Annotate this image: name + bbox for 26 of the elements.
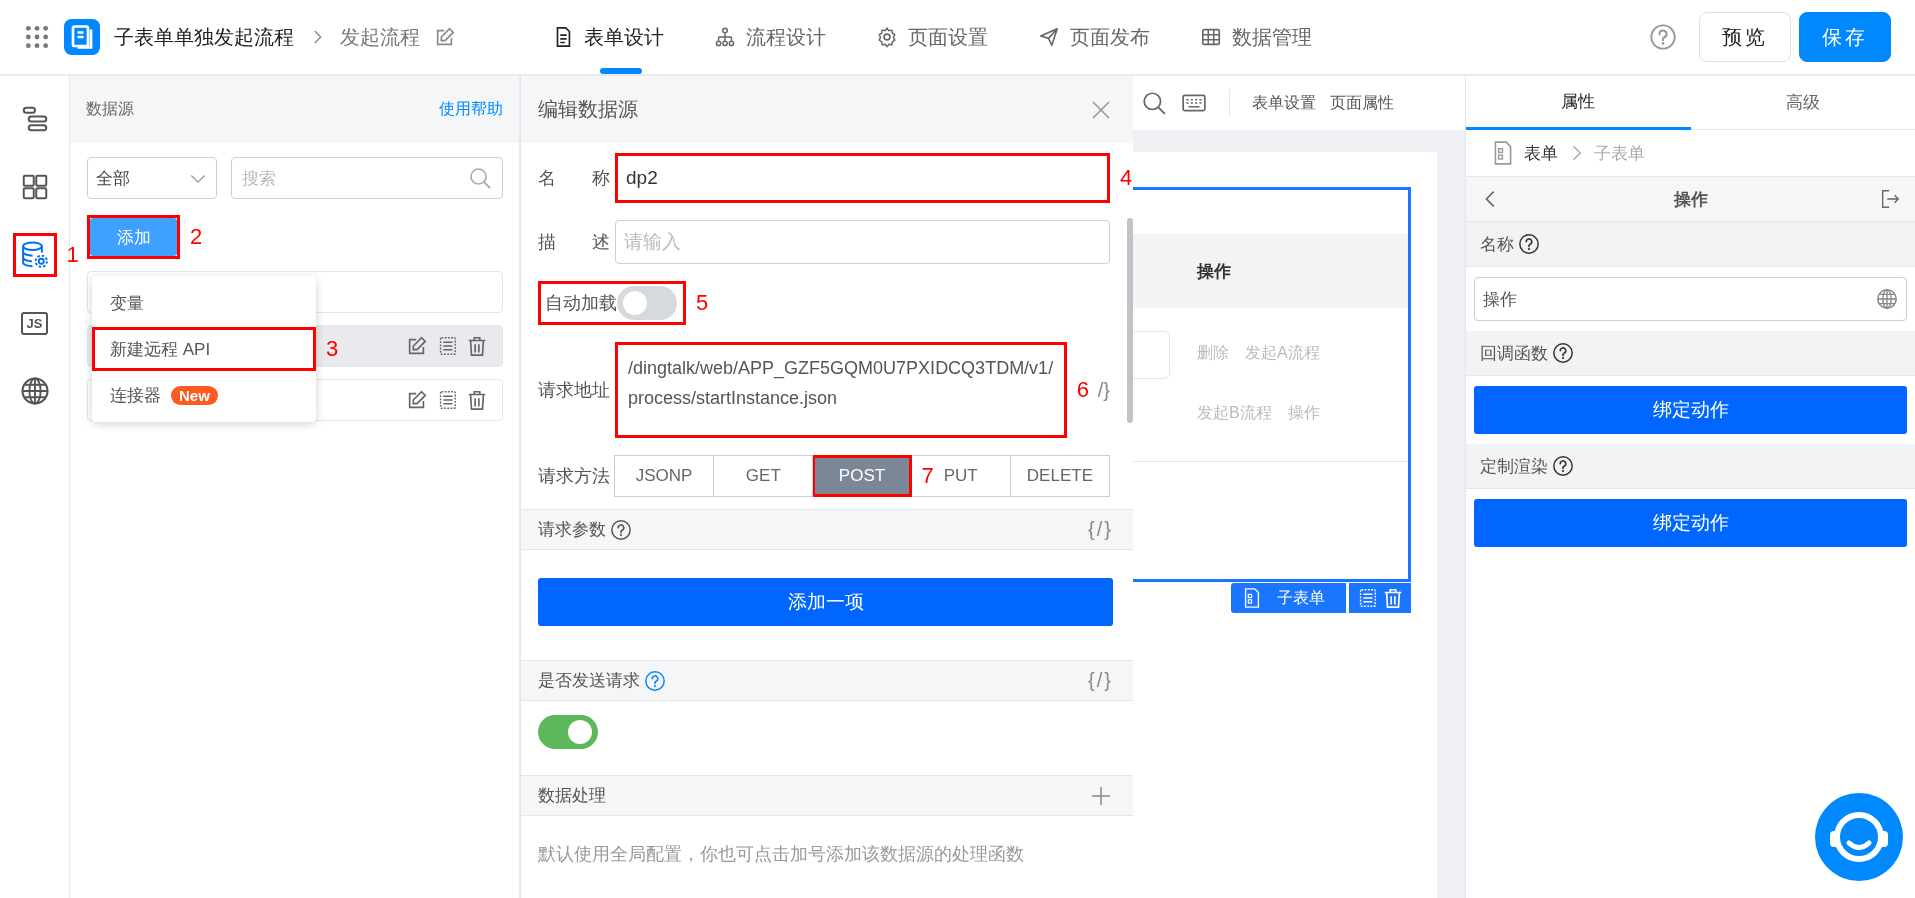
panel-title: 编辑数据源 <box>538 97 638 122</box>
panel-title: 操作 <box>1673 188 1708 211</box>
field-label: 请求方法 <box>538 465 610 488</box>
section-title: 是否发送请求 <box>538 670 640 692</box>
field-label: 描述 <box>538 231 610 254</box>
page-title: 发起流程 <box>340 24 420 50</box>
hint-text: 默认使用全局配置，你也可点击加号添加该数据源的处理函数 <box>537 843 1025 866</box>
section-title: 回调函数 <box>1480 342 1548 365</box>
section-title: 请求参数 <box>538 519 606 541</box>
section-title: 数据处理 <box>538 785 606 807</box>
callout-number: 2 <box>190 226 203 248</box>
field-label: 请求地址 <box>538 379 610 402</box>
column-header: 操作 <box>1197 260 1231 283</box>
callout-number: 7 <box>921 465 934 487</box>
field-label: 名称 <box>538 167 610 190</box>
new-badge: New <box>171 385 218 405</box>
callout-number: 6 <box>1076 379 1089 401</box>
section-title: 定制渲染 <box>1480 455 1548 478</box>
callout-number: 1 <box>66 244 79 266</box>
callout-number: 3 <box>326 338 339 360</box>
app-title: 子表单单独发起流程 <box>114 24 294 50</box>
section-title: 名称 <box>1480 233 1514 256</box>
callout-number: 4 <box>1120 167 1133 189</box>
field-label: 自动加载 <box>545 292 617 315</box>
panel-title: 数据源 <box>86 99 134 119</box>
callout-number: 5 <box>696 292 709 314</box>
